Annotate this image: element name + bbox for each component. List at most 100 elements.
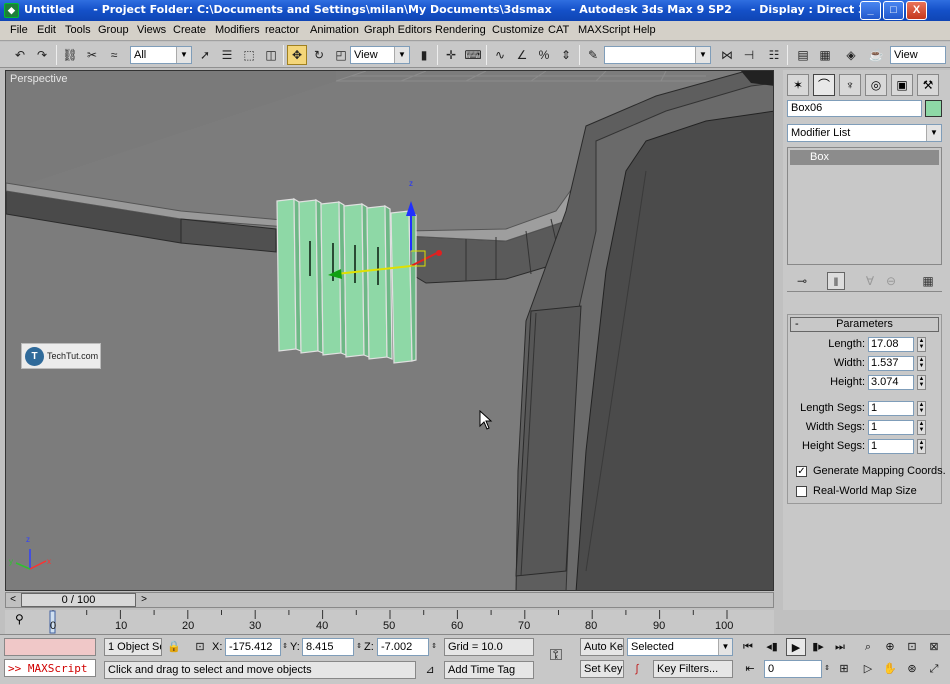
perspective-viewport[interactable]: Perspective z x y z T TechTut.com bbox=[5, 70, 774, 591]
field-of-view-icon[interactable]: ▷ bbox=[858, 660, 878, 678]
play-icon[interactable]: ▶ bbox=[786, 638, 806, 656]
keyboard-shortcut-override-icon[interactable]: ⌨ bbox=[463, 45, 483, 65]
track-bar[interactable]: ⚲ 0 10 20 30 40 50 60 70 80 90 100 bbox=[5, 610, 774, 634]
key-filters-button[interactable]: Key Filters... bbox=[653, 660, 733, 678]
default-in-out-tangents-icon[interactable]: ∫ bbox=[627, 660, 647, 678]
spinner-icon[interactable]: ⇕ bbox=[280, 638, 290, 656]
zoom-extents-icon[interactable]: ⊡ bbox=[902, 638, 922, 656]
configure-modifier-sets-icon[interactable]: ▦ bbox=[919, 272, 937, 290]
select-and-rotate-icon[interactable]: ↻ bbox=[309, 45, 329, 65]
parameters-rollout-header[interactable]: - Parameters bbox=[790, 317, 939, 332]
open-mini-curve-editor-icon[interactable]: ⚲ bbox=[15, 612, 24, 626]
lock-selection-icon[interactable]: 🔒 bbox=[164, 638, 184, 656]
menu-reactor[interactable]: reactor bbox=[265, 24, 299, 36]
menu-create[interactable]: Create bbox=[173, 24, 206, 36]
close-button[interactable]: X bbox=[906, 1, 927, 20]
key-set-dropdown[interactable]: Selected ▼ bbox=[627, 638, 733, 656]
spinner-icon[interactable]: ⇕ bbox=[429, 638, 439, 656]
viewport-label[interactable]: Perspective bbox=[10, 73, 67, 85]
spinner-icon[interactable]: ▲ ▼ bbox=[917, 356, 926, 371]
time-slider-thumb[interactable]: 0 / 100 bbox=[21, 593, 136, 607]
named-selection-sets-dropdown[interactable]: ▼ bbox=[604, 46, 711, 64]
spinner-icon[interactable]: ▲ ▼ bbox=[917, 337, 926, 352]
absolute-mode-icon[interactable]: ⊡ bbox=[190, 638, 210, 656]
key-mode-toggle-icon[interactable]: ⇤ bbox=[740, 660, 760, 678]
spinner-icon[interactable]: ▲ ▼ bbox=[917, 375, 926, 390]
undo-icon[interactable]: ↶ bbox=[10, 45, 30, 65]
mirror-icon[interactable]: ⋈ bbox=[717, 45, 737, 65]
select-and-scale-icon[interactable]: ◰ bbox=[331, 45, 351, 65]
time-slider[interactable]: < 0 / 100 > bbox=[5, 592, 774, 608]
next-key-icon[interactable]: ▮▸ bbox=[808, 638, 828, 656]
align-icon[interactable]: ⊣ bbox=[739, 45, 759, 65]
menu-modifiers[interactable]: Modifiers bbox=[215, 24, 260, 36]
go-to-end-icon[interactable]: ⏭ bbox=[830, 638, 850, 656]
zoom-extents-all-icon[interactable]: ⊠ bbox=[924, 638, 944, 656]
maximize-viewport-icon[interactable]: ⤢ bbox=[924, 660, 944, 678]
minimize-button[interactable]: _ bbox=[860, 1, 881, 20]
spinner-icon[interactable]: ▲ ▼ bbox=[917, 420, 926, 435]
current-frame-field[interactable]: 0 bbox=[764, 660, 822, 678]
render-scene-icon[interactable]: ☕ bbox=[866, 45, 886, 65]
x-coordinate-field[interactable]: -175.412 bbox=[225, 638, 281, 656]
maxscript-mini-listener-top[interactable] bbox=[4, 638, 96, 656]
add-time-tag-button[interactable]: Add Time Tag bbox=[444, 661, 534, 679]
menu-views[interactable]: Views bbox=[137, 24, 166, 36]
remove-modifier-icon[interactable]: ⊖ bbox=[882, 272, 900, 290]
menu-customize[interactable]: Customize bbox=[492, 24, 544, 36]
snaps-toggle-icon[interactable]: ∿ bbox=[490, 45, 510, 65]
previous-key-icon[interactable]: ◂▮ bbox=[762, 638, 782, 656]
menu-group[interactable]: Group bbox=[98, 24, 129, 36]
selection-filter-dropdown[interactable]: All ▼ bbox=[130, 46, 192, 64]
pivot-center-icon[interactable]: ▮ bbox=[414, 45, 434, 65]
real-world-map-size-checkbox[interactable]: Real-World Map Size bbox=[796, 485, 946, 499]
redo-icon[interactable]: ↷ bbox=[32, 45, 52, 65]
width-segs-field[interactable]: 1 bbox=[868, 420, 914, 435]
length-segs-field[interactable]: 1 bbox=[868, 401, 914, 416]
menu-graph-editors[interactable]: Graph Editors bbox=[364, 24, 432, 36]
bind-to-space-warp-icon[interactable]: ≈ bbox=[104, 45, 124, 65]
show-end-result-icon[interactable]: ‖ bbox=[827, 272, 845, 290]
material-editor-icon[interactable]: ◈ bbox=[841, 45, 861, 65]
curve-editor-icon[interactable]: ▤ bbox=[793, 45, 813, 65]
z-coordinate-field[interactable]: -7.002 bbox=[377, 638, 429, 656]
menu-rendering[interactable]: Rendering bbox=[435, 24, 486, 36]
object-color-swatch[interactable] bbox=[925, 100, 942, 117]
angle-snap-icon[interactable]: ∠ bbox=[512, 45, 532, 65]
object-name-field[interactable]: Box06 bbox=[787, 100, 922, 117]
next-frame-icon[interactable]: > bbox=[137, 593, 151, 607]
zoom-all-icon[interactable]: ⊕ bbox=[880, 638, 900, 656]
menu-cat[interactable]: CAT bbox=[548, 24, 569, 36]
set-key-mode-key-icon[interactable]: ⚿ bbox=[542, 647, 570, 665]
unlink-icon[interactable]: ✂ bbox=[82, 45, 102, 65]
arc-rotate-icon[interactable]: ⊛ bbox=[902, 660, 922, 678]
width-field[interactable]: 1.537 bbox=[868, 356, 914, 371]
modifier-list-dropdown[interactable]: Modifier List ▼ bbox=[787, 124, 942, 142]
select-and-move-icon[interactable]: ✥ bbox=[287, 45, 307, 65]
window-crossing-icon[interactable]: ◫ bbox=[261, 45, 281, 65]
select-object-icon[interactable]: ➚ bbox=[195, 45, 215, 65]
layer-manager-icon[interactable]: ☷ bbox=[764, 45, 784, 65]
spinner-icon[interactable]: ▲ ▼ bbox=[917, 401, 926, 416]
zoom-icon[interactable]: ⌕ bbox=[858, 638, 878, 656]
auto-key-button[interactable]: Auto Key bbox=[580, 638, 624, 656]
create-tab-icon[interactable]: ✶ bbox=[787, 74, 809, 96]
schematic-view-icon[interactable]: ▦ bbox=[815, 45, 835, 65]
maximize-button[interactable]: □ bbox=[883, 1, 904, 20]
menu-help[interactable]: Help bbox=[633, 24, 656, 36]
menu-animation[interactable]: Animation bbox=[310, 24, 359, 36]
menu-tools[interactable]: Tools bbox=[65, 24, 91, 36]
go-to-start-icon[interactable]: ⏮ bbox=[738, 638, 758, 656]
menu-edit[interactable]: Edit bbox=[37, 24, 56, 36]
app-icon[interactable]: ◆ bbox=[4, 3, 19, 18]
time-configuration-icon[interactable]: ⊞ bbox=[834, 660, 854, 678]
spinner-icon[interactable]: ⇕ bbox=[822, 660, 832, 678]
rectangular-selection-icon[interactable]: ⬚ bbox=[239, 45, 259, 65]
pan-view-icon[interactable]: ✋ bbox=[880, 660, 900, 678]
utilities-tab-icon[interactable]: ⚒ bbox=[917, 74, 939, 96]
display-tab-icon[interactable]: ▣ bbox=[891, 74, 913, 96]
reference-coordinate-dropdown[interactable]: View ▼ bbox=[350, 46, 410, 64]
modify-tab-icon[interactable]: ⌒ bbox=[813, 74, 835, 96]
render-type-dropdown[interactable]: View bbox=[890, 46, 946, 64]
percent-snap-icon[interactable]: % bbox=[534, 45, 554, 65]
